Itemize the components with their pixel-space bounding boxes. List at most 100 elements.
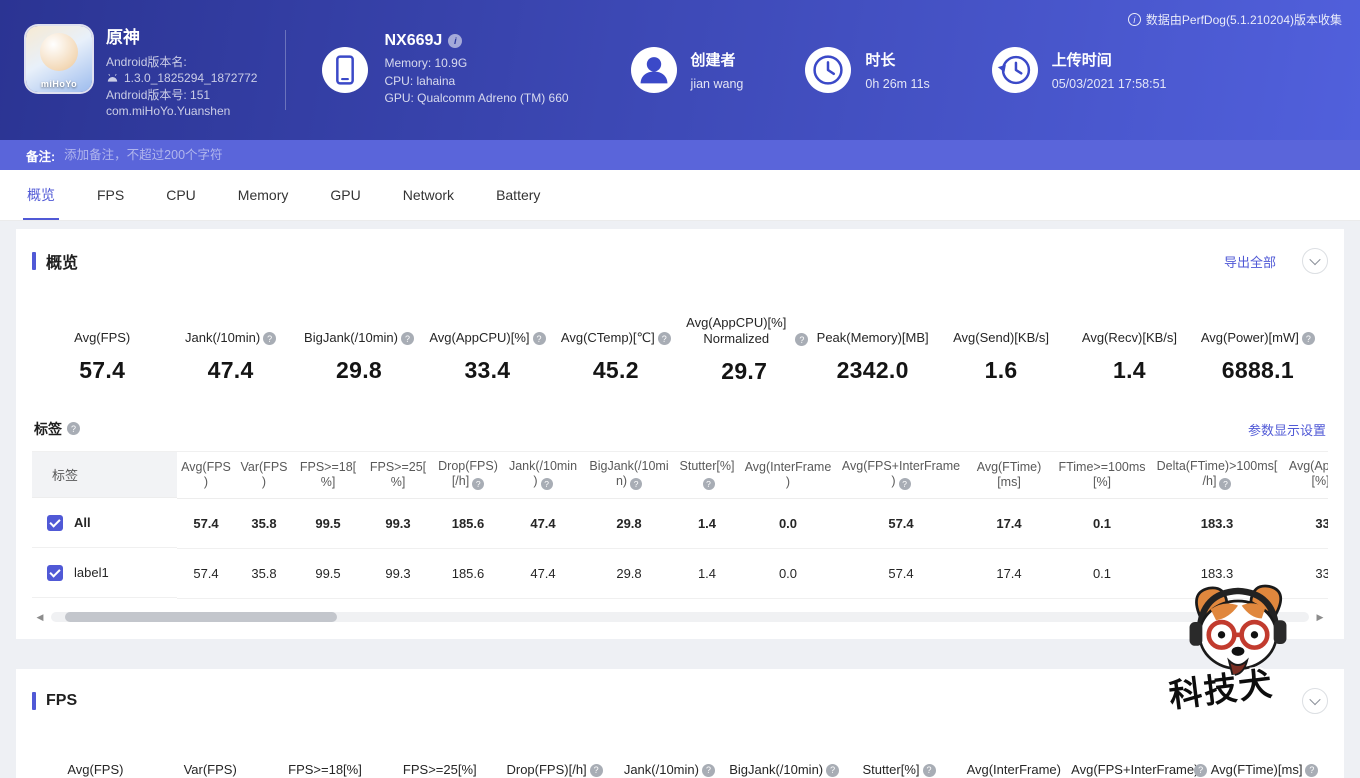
table-cell: 0.1 — [1053, 548, 1151, 598]
app-icon: miHoYo — [26, 26, 92, 92]
param-display-settings-link[interactable]: 参数显示设置 — [1248, 420, 1326, 439]
help-icon[interactable] — [630, 478, 642, 490]
section-accent-bar — [32, 692, 36, 710]
scroll-right-arrow[interactable] — [1314, 611, 1326, 623]
checkbox-label1[interactable] — [47, 565, 63, 581]
fps-section-title: FPS — [46, 692, 77, 710]
tab-overview[interactable]: 概览 — [6, 170, 76, 220]
labels-section-title: 标签 — [34, 419, 62, 439]
fps-metric-drop-fps: Drop(FPS)[/h] 185.6 — [497, 747, 612, 778]
help-icon[interactable] — [923, 764, 936, 777]
column-header: Avg(AppCPU)[%] — [1283, 452, 1328, 498]
table-cell: 0.0 — [739, 548, 837, 598]
metric-avg-appcpu-normalized: Avg(AppCPU)[%] Normalized 29.7 — [680, 315, 808, 385]
metric-avg-appcpu: Avg(AppCPU)[%] 33.4 — [423, 315, 551, 385]
metric-value: 1.6 — [937, 357, 1065, 384]
fps-metrics: Avg(FPS) 57.4 Var(FPS) 35.8 FPS>=18[%] 9… — [38, 747, 1322, 778]
help-icon[interactable] — [1219, 478, 1231, 490]
row-label: label1 — [74, 565, 109, 580]
metric-label: Avg(AppCPU)[%] Normalized — [680, 315, 792, 347]
metric-label: Avg(Recv)[KB/s] — [1082, 330, 1177, 346]
metric-avg-fps: Avg(FPS) 57.4 — [38, 315, 166, 385]
android-version-name-label: Android版本名: — [106, 54, 257, 71]
column-header: Jank(/10min) — [503, 452, 583, 498]
collapse-overview-button[interactable] — [1302, 248, 1328, 274]
device-info-icon[interactable] — [448, 34, 462, 48]
scrollbar-thumb[interactable] — [65, 612, 337, 622]
header-divider — [285, 30, 286, 110]
column-header: BigJank(/10min) — [583, 452, 675, 498]
tab-network[interactable]: Network — [382, 170, 475, 220]
help-icon[interactable] — [67, 422, 80, 435]
metric-label: FPS>=25[%] — [403, 762, 477, 778]
help-icon[interactable] — [658, 332, 671, 345]
upload-time-block: 上传时间 05/03/2021 17:58:51 — [992, 47, 1167, 93]
horizontal-scrollbar[interactable] — [34, 611, 1326, 639]
report-header: 数据由PerfDog(5.1.210204)版本收集 miHoYo 原神 And… — [0, 0, 1360, 140]
tab-gpu[interactable]: GPU — [309, 170, 381, 220]
metric-avg-recv: Avg(Recv)[KB/s] 1.4 — [1065, 315, 1193, 385]
help-icon[interactable] — [795, 333, 808, 346]
table-cell: 29.8 — [583, 498, 675, 548]
table-cell: 47.4 — [503, 498, 583, 548]
labels-table-scroll-area[interactable]: Avg(FPS) Var(FPS) FPS>=18[%] FPS>=25[%] … — [177, 452, 1328, 599]
help-icon[interactable] — [263, 332, 276, 345]
table-row-all: All — [32, 498, 177, 548]
help-icon[interactable] — [702, 764, 715, 777]
table-cell: 57.4 — [837, 548, 965, 598]
device-memory: Memory: 10.9G — [384, 55, 568, 73]
help-icon[interactable] — [1302, 332, 1315, 345]
column-header: Avg(FPS) — [177, 452, 235, 498]
help-icon[interactable] — [533, 332, 546, 345]
collapse-fps-button[interactable] — [1302, 688, 1328, 714]
help-icon[interactable] — [590, 764, 603, 777]
fps-card: FPS Avg(FPS) 57.4 Var(FPS) 35.8 FPS>=18[… — [16, 669, 1344, 778]
remark-input[interactable] — [64, 148, 1334, 162]
phone-icon — [322, 47, 368, 93]
metric-label: Avg(AppCPU)[%] — [429, 330, 529, 346]
help-icon[interactable] — [826, 764, 839, 777]
table-cell: 0.0 — [739, 498, 837, 548]
fps-metric-avg-ftime: Avg(FTime)[ms] 17.4 — [1207, 747, 1322, 778]
help-icon[interactable] — [899, 478, 911, 490]
table-cell: 33.4 — [1283, 498, 1328, 548]
help-icon[interactable] — [1305, 764, 1318, 777]
table-cell: 0.1 — [1053, 498, 1151, 548]
help-icon[interactable] — [472, 478, 484, 490]
table-cell: 185.6 — [433, 548, 503, 598]
scroll-left-arrow[interactable] — [34, 611, 46, 623]
metric-value: 45.2 — [552, 357, 680, 384]
tab-memory[interactable]: Memory — [217, 170, 310, 220]
table-cell: 17.4 — [965, 498, 1053, 548]
app-package: com.miHoYo.Yuanshen — [106, 103, 257, 120]
metric-label: Jank(/10min) — [624, 762, 699, 778]
duration-label: 时长 — [865, 49, 929, 70]
checkbox-all[interactable] — [47, 515, 63, 531]
metric-avg-power: Avg(Power)[mW] 6888.1 — [1194, 315, 1322, 385]
creator-label: 创建者 — [691, 49, 744, 70]
overview-metrics: Avg(FPS) 57.4 Jank(/10min) 47.4 BigJank(… — [38, 315, 1322, 385]
table-row-label1-values: 57.4 35.8 99.5 99.3 185.6 47.4 29.8 1.4 … — [177, 548, 1328, 598]
table-row-all-values: 57.4 35.8 99.5 99.3 185.6 47.4 29.8 1.4 … — [177, 498, 1328, 548]
table-cell: 57.4 — [177, 548, 235, 598]
history-clock-icon — [992, 47, 1038, 93]
tab-fps[interactable]: FPS — [76, 170, 145, 220]
scrollbar-track[interactable] — [51, 612, 1309, 622]
android-version-code: Android版本号: 151 — [106, 87, 257, 104]
help-icon[interactable] — [703, 478, 715, 490]
help-icon[interactable] — [541, 478, 553, 490]
table-cell: 99.3 — [363, 548, 433, 598]
metric-label: Avg(InterFrame) — [967, 762, 1061, 778]
help-icon[interactable] — [401, 332, 414, 345]
table-cell: 47.4 — [503, 548, 583, 598]
tab-cpu[interactable]: CPU — [145, 170, 217, 220]
column-header: Avg(FPS+InterFrame) — [837, 452, 965, 498]
clock-icon — [805, 47, 851, 93]
help-icon[interactable] — [1194, 764, 1207, 777]
metric-value: 57.4 — [38, 357, 166, 384]
fps-metric-jank: Jank(/10min) 47.4 — [612, 747, 727, 778]
export-all-link[interactable]: 导出全部 — [1224, 252, 1276, 271]
metric-value: 6888.1 — [1194, 357, 1322, 384]
tab-battery[interactable]: Battery — [475, 170, 561, 220]
column-header: FTime>=100ms[%] — [1053, 452, 1151, 498]
